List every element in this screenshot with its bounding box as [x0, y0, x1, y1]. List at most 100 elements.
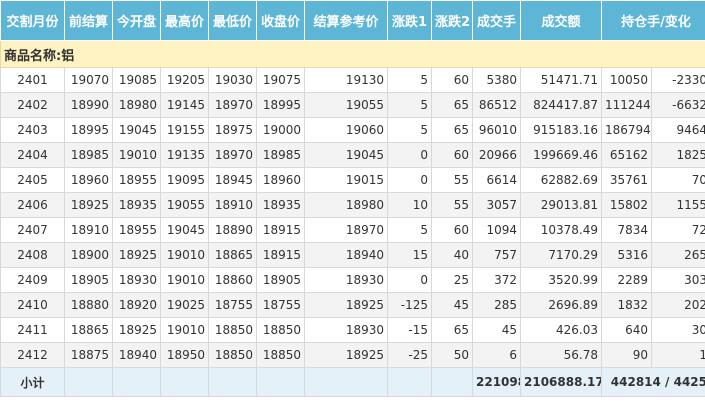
- cell-turnover: 7170.29: [520, 242, 602, 268]
- cell-open-interest: 15802: [601, 192, 652, 218]
- cell-low: 18850: [208, 342, 257, 368]
- cell-volume: 20966: [472, 142, 521, 168]
- col-header-low[interactable]: 最低价: [208, 0, 257, 41]
- cell-turnover: 426.03: [520, 317, 602, 343]
- cell-close: 18935: [256, 192, 305, 218]
- cell-delivery-month: 2403: [0, 117, 65, 143]
- col-header-prev-settle[interactable]: 前结算: [64, 0, 113, 41]
- cell-change-2: 45: [431, 292, 473, 318]
- cell-settle-ref: 18930: [304, 267, 388, 293]
- cell-change-1: 0: [387, 267, 432, 293]
- cell-low: 18970: [208, 92, 257, 118]
- cell-low: 18945: [208, 167, 257, 193]
- cell-open-interest: 35761: [601, 167, 652, 193]
- cell-oi-change: 1155: [651, 192, 705, 218]
- cell-prev-settle: 18925: [64, 192, 113, 218]
- col-header-turnover[interactable]: 成交额: [520, 0, 602, 41]
- cell-close: 18905: [256, 267, 305, 293]
- cell-delivery-month: 2402: [0, 92, 65, 118]
- cell-prev-settle: 18875: [64, 342, 113, 368]
- table-row[interactable]: 2402 18990 18980 19145 18970 18995 19055 5 65 865…: [0, 92, 705, 118]
- table-row[interactable]: 2408 18900 18925 19010 18865 18915 18940 15 40 75…: [0, 242, 705, 268]
- cell-high: 19010: [160, 317, 209, 343]
- cell-change-2: 25: [431, 267, 473, 293]
- cell-turnover: 10378.49: [520, 217, 602, 243]
- cell-settle-ref: 19045: [304, 142, 388, 168]
- cell-oi-change: 9464: [651, 117, 705, 143]
- col-header-open[interactable]: 今开盘: [112, 0, 161, 41]
- cell-open: 19010: [112, 142, 161, 168]
- subtotal-empty: [208, 367, 257, 397]
- cell-close: 19075: [256, 67, 305, 93]
- cell-oi-change: 1: [651, 342, 705, 368]
- cell-change-2: 60: [431, 142, 473, 168]
- table-row[interactable]: 2406 18925 18935 19055 18910 18935 18980 10 55 30…: [0, 192, 705, 218]
- table-row[interactable]: 2410 18880 18920 19025 18755 18755 18925 -125 45…: [0, 292, 705, 318]
- cell-close: 18850: [256, 317, 305, 343]
- cell-settle-ref: 19130: [304, 67, 388, 93]
- col-header-delivery-month[interactable]: 交割月份: [0, 0, 65, 41]
- col-header-volume[interactable]: 成交手: [472, 0, 521, 41]
- cell-settle-ref: 18925: [304, 292, 388, 318]
- cell-change-1: 10: [387, 192, 432, 218]
- col-header-change-1[interactable]: 涨跌1: [387, 0, 432, 41]
- cell-low: 18970: [208, 142, 257, 168]
- table-row[interactable]: 2411 18865 18925 19010 18850 18850 18930 -15 65 4…: [0, 317, 705, 343]
- cell-turnover: 3520.99: [520, 267, 602, 293]
- table-row[interactable]: 2405 18960 18955 19095 18945 18960 19015 0 55 661…: [0, 167, 705, 193]
- cell-settle-ref: 18940: [304, 242, 388, 268]
- cell-settle-ref: 18970: [304, 217, 388, 243]
- table-row[interactable]: 2407 18910 18955 19045 18890 18915 18970 5 60 109…: [0, 217, 705, 243]
- cell-turnover: 199669.46: [520, 142, 602, 168]
- cell-open-interest: 1832: [601, 292, 652, 318]
- cell-volume: 285: [472, 292, 521, 318]
- col-header-settle-ref[interactable]: 结算参考价: [304, 0, 388, 41]
- subtotal-empty: [431, 367, 473, 397]
- cell-change-2: 55: [431, 167, 473, 193]
- cell-settle-ref: 18930: [304, 317, 388, 343]
- cell-change-1: 0: [387, 167, 432, 193]
- cell-volume: 86512: [472, 92, 521, 118]
- col-header-change-2[interactable]: 涨跌2: [431, 0, 473, 41]
- subtotal-volume: 221098: [472, 367, 521, 397]
- cell-turnover: 62882.69: [520, 167, 602, 193]
- cell-open-interest: 2289: [601, 267, 652, 293]
- cell-oi-change: 265: [651, 242, 705, 268]
- table-row[interactable]: 2409 18905 18930 19010 18860 18905 18930 0 25 372…: [0, 267, 705, 293]
- table-row[interactable]: 2401 19070 19085 19205 19030 19075 19130 5 60 538…: [0, 67, 705, 93]
- market-data-viewport: 交割月份 前结算 今开盘 最高价 最低价 收盘价 结算参考价 涨跌1 涨跌2 成…: [0, 0, 705, 412]
- cell-volume: 96010: [472, 117, 521, 143]
- table-footer: 小计 221098 2106888.17 442814 / 4425: [0, 367, 705, 397]
- cell-oi-change: 202: [651, 292, 705, 318]
- cell-change-2: 60: [431, 67, 473, 93]
- cell-prev-settle: 18995: [64, 117, 113, 143]
- table-row[interactable]: 2403 18995 19045 19155 18975 19000 19060 5 65 960…: [0, 117, 705, 143]
- cell-change-2: 55: [431, 192, 473, 218]
- cell-close: 18850: [256, 342, 305, 368]
- col-header-open-interest[interactable]: 持仓手/变化: [601, 0, 705, 41]
- cell-oi-change: 70: [651, 167, 705, 193]
- cell-prev-settle: 18990: [64, 92, 113, 118]
- cell-delivery-month: 2412: [0, 342, 65, 368]
- subtotal-empty: [160, 367, 209, 397]
- cell-open: 18955: [112, 167, 161, 193]
- table-row[interactable]: 2412 18875 18940 18950 18850 18850 18925 -25 50 6…: [0, 342, 705, 368]
- table-row[interactable]: 2404 18985 19010 19135 18970 18985 19045 0 60 209…: [0, 142, 705, 168]
- cell-open: 18920: [112, 292, 161, 318]
- cell-open-interest: 10050: [601, 67, 652, 93]
- cell-change-2: 65: [431, 117, 473, 143]
- cell-delivery-month: 2406: [0, 192, 65, 218]
- col-header-high[interactable]: 最高价: [160, 0, 209, 41]
- cell-change-1: 5: [387, 217, 432, 243]
- subtotal-empty: [304, 367, 388, 397]
- col-header-close[interactable]: 收盘价: [256, 0, 305, 41]
- cell-close: 18915: [256, 217, 305, 243]
- cell-change-2: 60: [431, 217, 473, 243]
- cell-settle-ref: 18925: [304, 342, 388, 368]
- table-body: 2401 19070 19085 19205 19030 19075 19130 5 60 538…: [0, 67, 705, 368]
- cell-delivery-month: 2407: [0, 217, 65, 243]
- cell-volume: 45: [472, 317, 521, 343]
- cell-open: 18935: [112, 192, 161, 218]
- cell-turnover: 2696.89: [520, 292, 602, 318]
- cell-change-1: 5: [387, 117, 432, 143]
